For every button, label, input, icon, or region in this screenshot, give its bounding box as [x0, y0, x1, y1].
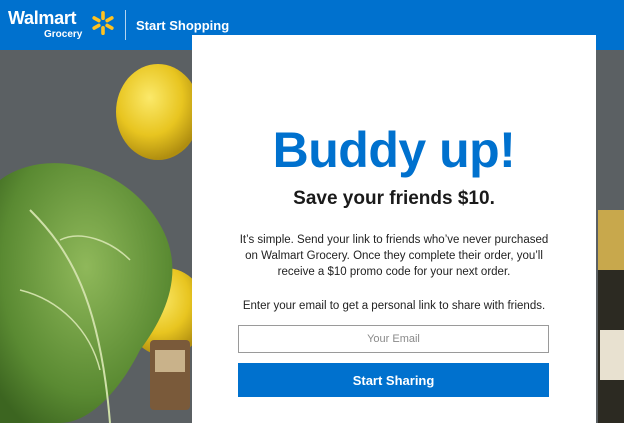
brand-name: Walmart: [8, 8, 77, 28]
walmart-grocery-logo[interactable]: Walmart Grocery: [8, 8, 82, 40]
start-shopping-link[interactable]: Start Shopping: [136, 18, 229, 33]
brand-sub: Grocery: [44, 29, 83, 40]
modal-headline: Buddy up!: [272, 122, 516, 178]
header-divider: [125, 10, 126, 40]
modal-subhead: Save your friends $10.: [293, 188, 495, 209]
lemon-top: [116, 64, 200, 160]
email-input[interactable]: [238, 325, 549, 353]
referral-modal: Buddy up! Save your friends $10. It’s si…: [192, 35, 596, 423]
start-sharing-button[interactable]: Start Sharing: [238, 363, 549, 397]
email-prompt: Enter your email to get a personal link …: [242, 300, 546, 312]
walmart-spark-icon: [92, 11, 114, 35]
modal-description: It’s simple. Send your link to friends w…: [239, 234, 549, 278]
